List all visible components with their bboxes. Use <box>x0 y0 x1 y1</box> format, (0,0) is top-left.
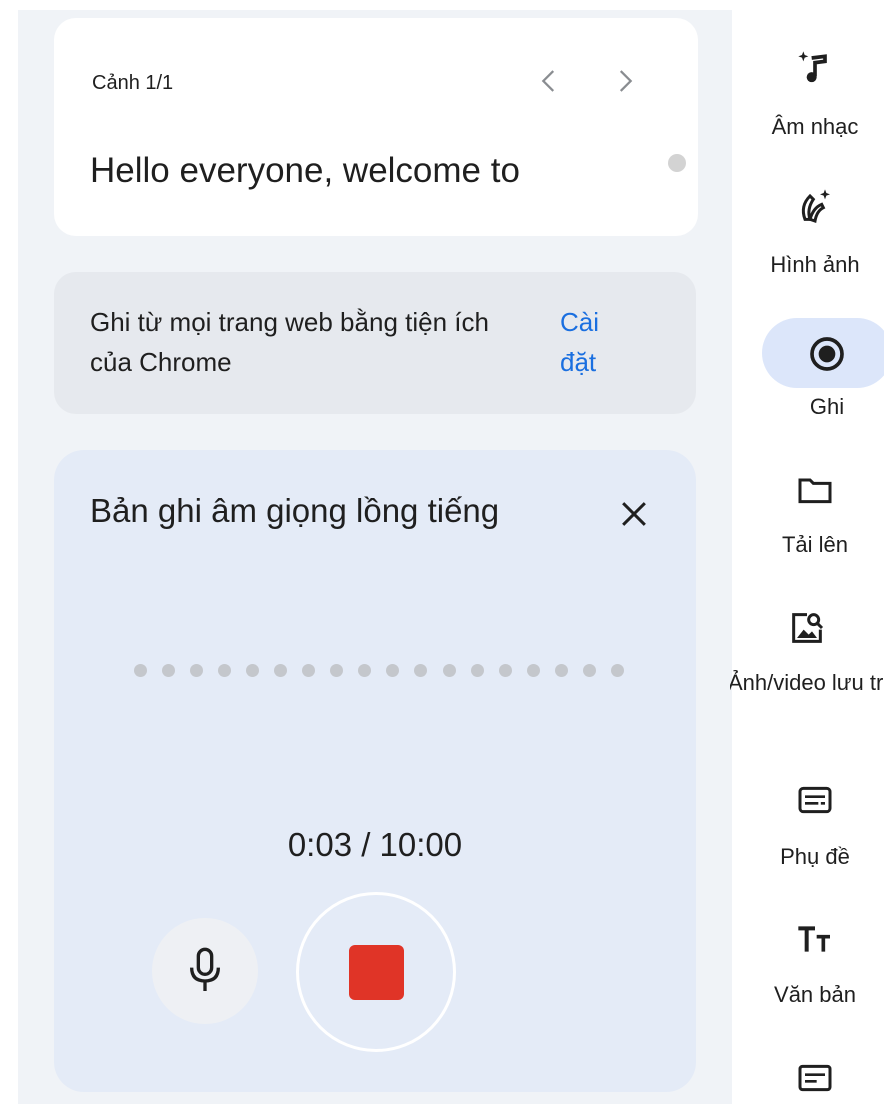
music-sparkle-icon <box>795 48 835 88</box>
rail-label-subtitles: Phụ đề <box>780 844 850 869</box>
recording-timer: 0:03 / 10:00 <box>287 826 463 863</box>
waveform-dot <box>162 663 176 677</box>
waveform-dot <box>554 663 568 677</box>
waveform-dot <box>274 663 288 677</box>
rail-label-stock-media-text: Ảnh/video lưu trữ <box>730 670 884 695</box>
record-icon <box>807 334 847 374</box>
waveform-dot <box>386 663 400 677</box>
waveform-dot <box>498 663 512 677</box>
waveform-dot <box>358 663 372 677</box>
waveform-dot <box>330 663 344 677</box>
waveform-dot <box>526 663 540 677</box>
banana-sparkle-icon <box>795 186 835 226</box>
chrome-extension-notice: Ghi từ mọi trang web bằng tiện ích của C… <box>54 272 696 414</box>
waveform-dot <box>582 663 596 677</box>
next-scene-button[interactable] <box>608 64 642 98</box>
waveform-dot <box>470 663 484 677</box>
microphone-icon <box>190 947 220 991</box>
close-recording-button[interactable] <box>614 494 654 534</box>
audio-waveform <box>134 660 624 680</box>
chevron-right-icon <box>619 70 633 92</box>
rail-item-upload[interactable]: Tải lên <box>730 470 884 570</box>
rail-label-music: Âm nhạc <box>771 114 859 139</box>
waveform-dot <box>442 663 456 677</box>
scene-counter: Cảnh 1/1 <box>92 72 174 94</box>
scene-card[interactable]: Cảnh 1/1 Hello everyone, welcome to <box>54 18 698 236</box>
scene-script-text[interactable]: Hello everyone, welcome to <box>90 148 650 194</box>
waveform-dot <box>414 663 428 677</box>
text-size-icon <box>795 920 835 960</box>
rail-label-record: Ghi <box>809 394 845 419</box>
extension-notice-text: Ghi từ mọi trang web bằng tiện ích của C… <box>90 307 489 377</box>
waveform-dot <box>134 663 147 677</box>
rail-item-more[interactable] <box>730 1058 884 1098</box>
stop-icon <box>349 945 404 1000</box>
rail-item-record[interactable]: Ghi <box>742 330 884 430</box>
install-extension-link[interactable]: Cài đặt <box>560 302 640 382</box>
rail-item-music[interactable]: Âm nhạc <box>730 48 884 148</box>
rail-item-images[interactable]: Hình ảnh <box>730 186 884 286</box>
rail-item-subtitles[interactable]: Phụ đề <box>730 780 884 880</box>
subtitles-icon <box>795 780 835 820</box>
voiceover-recording-panel: Bản ghi âm giọng lồng tiếng 0:03 / 10:00 <box>54 450 696 1092</box>
waveform-dot <box>246 663 260 677</box>
waveform-dot <box>302 663 316 677</box>
rail-label-images: Hình ảnh <box>770 252 860 277</box>
rail-label-stock-media: Ảnh/video lưu trữ <box>730 668 884 728</box>
chevron-left-icon <box>541 70 555 92</box>
image-search-icon <box>787 608 827 648</box>
folder-icon <box>795 470 835 510</box>
stop-recording-button[interactable] <box>296 892 456 1052</box>
scrollbar-thumb[interactable] <box>668 154 686 172</box>
waveform-dot <box>610 663 624 677</box>
waveform-dot <box>218 663 232 677</box>
rail-label-text: Văn bản <box>774 982 856 1007</box>
rail-item-text[interactable]: Văn bản <box>730 920 884 1020</box>
rail-label-upload: Tải lên <box>781 532 849 557</box>
previous-scene-button[interactable] <box>532 64 566 98</box>
recording-panel-title: Bản ghi âm giọng lồng tiếng <box>90 492 500 529</box>
article-icon <box>795 1058 835 1098</box>
waveform-dot <box>190 663 204 677</box>
rail-item-stock-media[interactable]: Ảnh/video lưu trữ <box>730 608 884 738</box>
close-icon <box>622 502 646 526</box>
microphone-button[interactable] <box>152 918 258 1024</box>
